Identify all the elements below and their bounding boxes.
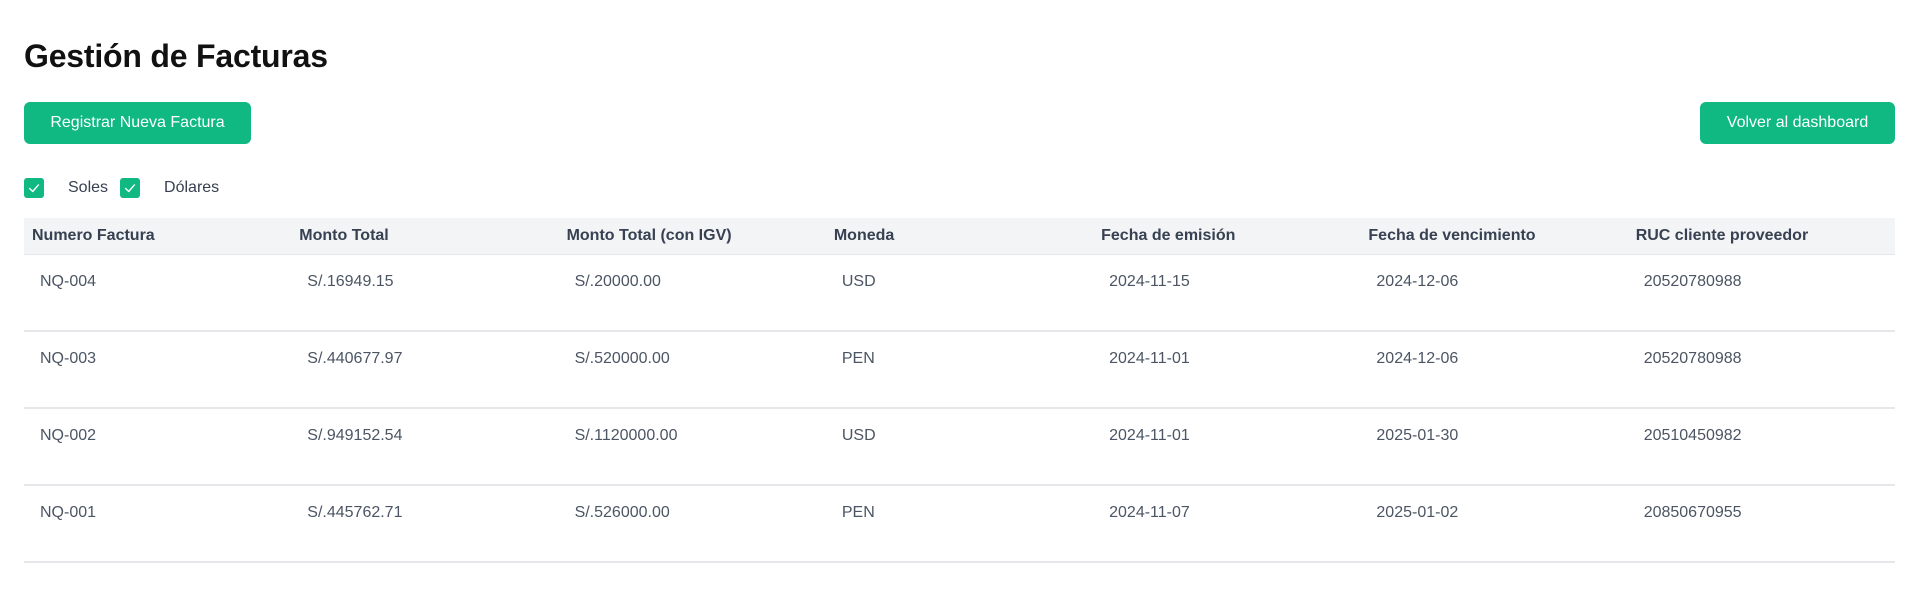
soles-label: Soles xyxy=(68,179,109,196)
cell-monto-total: S/.440677.97 xyxy=(307,350,403,367)
table-row[interactable]: NQ-003 S/.440677.97 S/.520000.00 PEN 202… xyxy=(24,331,1895,408)
header-numero-factura: Numero Factura xyxy=(24,218,292,255)
cell-monto-total-igv: S/.526000.00 xyxy=(574,504,670,521)
cell-monto-total-igv: S/.1120000.00 xyxy=(574,427,678,444)
cell-monto-total-igv: S/.520000.00 xyxy=(574,350,670,367)
header-fecha-emision: Fecha de emisión xyxy=(1093,218,1361,255)
register-invoice-button[interactable]: Registrar Nueva Factura xyxy=(24,102,251,144)
invoices-table-container: Numero Factura Monto Total Monto Total (… xyxy=(24,218,1895,563)
table-header-row: Numero Factura Monto Total Monto Total (… xyxy=(24,218,1895,255)
cell-fecha-vencimiento: 2024-12-06 xyxy=(1376,272,1459,290)
soles-checkbox[interactable] xyxy=(24,178,44,198)
cell-ruc-cliente: 20510450982 xyxy=(1643,427,1742,444)
cell-numero-factura: NQ-003 xyxy=(40,350,97,367)
cell-monto-total: S/.445762.71 xyxy=(307,504,403,521)
cell-monto-total-igv: S/.20000.00 xyxy=(574,272,661,290)
cell-fecha-vencimiento: 2025-01-02 xyxy=(1376,504,1459,521)
cell-moneda: PEN xyxy=(841,504,875,521)
back-to-dashboard-button[interactable]: Volver al dashboard xyxy=(1700,102,1895,144)
header-monto-total-igv: Monto Total (con IGV) xyxy=(558,218,826,255)
cell-ruc-cliente: 20520780988 xyxy=(1643,272,1742,290)
cell-fecha-emision: 2024-11-15 xyxy=(1109,272,1190,290)
cell-fecha-emision: 2024-11-01 xyxy=(1109,427,1190,444)
cell-ruc-cliente: 20850670955 xyxy=(1643,504,1742,521)
table-row[interactable]: NQ-004 S/.16949.15 S/.20000.00 USD 2024-… xyxy=(24,254,1895,331)
cell-moneda: USD xyxy=(841,272,876,290)
dolares-label: Dólares xyxy=(164,179,220,196)
cell-fecha-vencimiento: 2025-01-30 xyxy=(1376,427,1459,444)
cell-monto-total: S/.949152.54 xyxy=(307,427,403,444)
cell-fecha-vencimiento: 2024-12-06 xyxy=(1376,350,1459,367)
check-icon xyxy=(124,184,136,193)
check-icon xyxy=(28,184,40,193)
currency-filters: Soles Dólares xyxy=(24,177,231,199)
cell-fecha-emision: 2024-11-07 xyxy=(1109,504,1190,521)
cell-numero-factura: NQ-002 xyxy=(40,427,97,444)
header-ruc-cliente: RUC cliente proveedor xyxy=(1627,218,1895,255)
invoices-table: Numero Factura Monto Total Monto Total (… xyxy=(24,218,1895,563)
cell-moneda: PEN xyxy=(841,350,875,367)
cell-numero-factura: NQ-004 xyxy=(40,272,97,290)
cell-numero-factura: NQ-001 xyxy=(40,504,97,521)
cell-fecha-emision: 2024-11-01 xyxy=(1109,350,1190,367)
header-monto-total: Monto Total xyxy=(291,218,559,255)
header-fecha-vencimiento: Fecha de vencimiento xyxy=(1360,218,1628,255)
table-row[interactable]: NQ-001 S/.445762.71 S/.526000.00 PEN 202… xyxy=(24,485,1895,562)
table-row[interactable]: NQ-002 S/.949152.54 S/.1120000.00 USD 20… xyxy=(24,408,1895,485)
page-title: Gestión de Facturas xyxy=(24,38,328,74)
cell-ruc-cliente: 20520780988 xyxy=(1643,350,1742,367)
cell-moneda: USD xyxy=(841,427,876,444)
dolares-checkbox[interactable] xyxy=(120,178,141,198)
cell-monto-total: S/.16949.15 xyxy=(307,272,394,290)
header-moneda: Moneda xyxy=(825,218,1094,255)
